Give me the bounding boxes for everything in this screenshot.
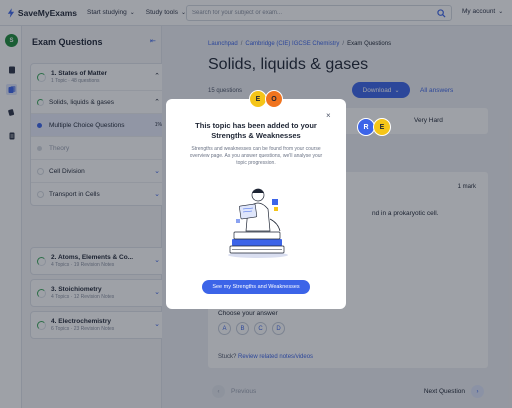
modal-body: Strengths and weaknesses can be found fr… [189, 146, 323, 166]
modal-title: This topic has been added to your Streng… [166, 121, 346, 141]
letter-badge-o: O [265, 90, 283, 108]
student-reading-illustration [228, 188, 288, 258]
topic-added-modal: × This topic has been added to your Stre… [166, 99, 346, 309]
close-icon[interactable]: × [326, 111, 331, 120]
modal-title-line2: Strengths & Weaknesses [211, 131, 301, 140]
see-strengths-weaknesses-button[interactable]: See my Strengths and Weaknesses [202, 280, 310, 294]
modal-title-line1: This topic has been added to your [195, 121, 317, 130]
letter-badge-e2: E [373, 118, 391, 136]
